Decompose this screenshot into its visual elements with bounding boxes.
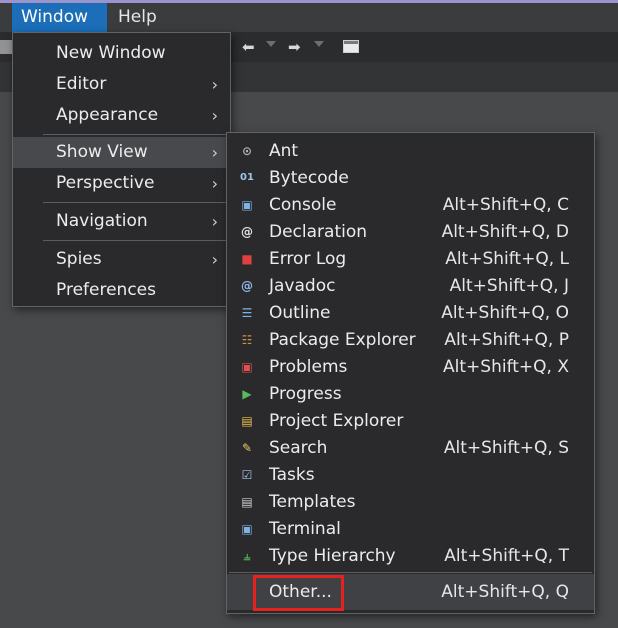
- templates-icon: ▤: [241, 495, 253, 509]
- view-item-label: Terminal: [269, 519, 341, 539]
- javadoc-icon: @: [241, 279, 253, 293]
- view-item-templates[interactable]: ▤ Templates: [227, 489, 594, 516]
- menu-item-label: Show View: [56, 142, 148, 162]
- menu-item-perspective[interactable]: Perspective ›: [13, 168, 230, 199]
- view-item-package-explorer[interactable]: ☷ Package Explorer Alt+Shift+Q, P: [227, 327, 594, 354]
- problems-icon: ▣: [241, 360, 253, 374]
- view-item-label: Declaration: [269, 222, 368, 242]
- menu-item-label: New Window: [56, 43, 166, 63]
- view-item-progress[interactable]: ▶ Progress: [227, 381, 594, 408]
- view-item-shortcut: Alt+Shift+Q, S: [443, 438, 569, 458]
- highlight-annotation-box: [253, 575, 344, 611]
- view-item-label: Javadoc: [269, 276, 336, 296]
- declaration-icon: @: [241, 225, 253, 239]
- chevron-right-icon: ›: [211, 174, 218, 193]
- view-item-shortcut: Alt+Shift+Q, J: [449, 276, 569, 296]
- progress-icon: ▶: [242, 387, 252, 401]
- menu-item-appearance[interactable]: Appearance ›: [13, 100, 230, 131]
- menu-item-label: Perspective: [56, 173, 155, 193]
- view-item-ant[interactable]: ⊙ Ant: [227, 138, 594, 165]
- view-item-search[interactable]: ✎ Search Alt+Shift+Q, S: [227, 435, 594, 462]
- view-item-error-log[interactable]: ■ Error Log Alt+Shift+Q, L: [227, 246, 594, 273]
- view-item-outline[interactable]: ☰ Outline Alt+Shift+Q, O: [227, 300, 594, 327]
- view-item-shortcut: Alt+Shift+Q, T: [444, 546, 569, 566]
- view-item-label: Bytecode: [269, 168, 349, 188]
- view-item-label: Tasks: [269, 465, 315, 485]
- open-perspective-icon[interactable]: [343, 40, 359, 53]
- tasks-icon: ☑: [241, 468, 253, 482]
- package-explorer-icon: ☷: [241, 333, 253, 347]
- back-arrow-icon[interactable]: ⬅: [242, 38, 255, 56]
- view-item-declaration[interactable]: @ Declaration Alt+Shift+Q, D: [227, 219, 594, 246]
- view-item-label: Search: [269, 438, 328, 458]
- forward-arrow-icon[interactable]: ➡: [288, 38, 301, 56]
- view-item-shortcut: Alt+Shift+Q, Q: [441, 582, 569, 602]
- menu-item-new-window[interactable]: New Window: [13, 38, 230, 69]
- menu-separator: [43, 240, 228, 241]
- chevron-right-icon: ›: [211, 106, 218, 125]
- view-item-label: Ant: [269, 141, 299, 161]
- view-item-label: Type Hierarchy: [269, 546, 396, 566]
- view-item-shortcut: Alt+Shift+Q, O: [441, 303, 569, 323]
- view-item-problems[interactable]: ▣ Problems Alt+Shift+Q, X: [227, 354, 594, 381]
- view-item-terminal[interactable]: ▣ Terminal: [227, 516, 594, 543]
- view-item-label: Project Explorer: [269, 411, 404, 431]
- window-menu: New Window Editor › Appearance › Show Vi…: [12, 32, 231, 307]
- view-item-bytecode[interactable]: 01 Bytecode: [227, 165, 594, 192]
- menu-item-label: Navigation: [56, 211, 148, 231]
- type-hierarchy-icon: ⫨: [243, 549, 251, 563]
- bytecode-icon: 01: [240, 172, 254, 183]
- menu-item-editor[interactable]: Editor ›: [13, 69, 230, 100]
- view-item-label: Problems: [269, 357, 348, 377]
- menu-separator: [43, 202, 228, 203]
- menu-help[interactable]: Help: [109, 3, 169, 32]
- view-item-shortcut: Alt+Shift+Q, D: [441, 222, 569, 242]
- error-log-icon: ■: [241, 252, 253, 266]
- menu-item-label: Appearance: [56, 105, 159, 125]
- view-item-console[interactable]: ▣ Console Alt+Shift+Q, C: [227, 192, 594, 219]
- back-dropdown-icon[interactable]: [266, 41, 276, 47]
- view-item-label: Outline: [269, 303, 331, 323]
- ant-icon: ⊙: [241, 144, 253, 158]
- view-item-shortcut: Alt+Shift+Q, X: [443, 357, 569, 377]
- outline-icon: ☰: [241, 306, 253, 320]
- menu-item-label: Preferences: [56, 280, 156, 300]
- toolbar-icon[interactable]: [0, 40, 12, 54]
- view-item-shortcut: Alt+Shift+Q, L: [445, 249, 569, 269]
- console-icon: ▣: [241, 198, 253, 212]
- menu-item-show-view[interactable]: Show View ›: [13, 137, 230, 168]
- view-item-tasks[interactable]: ☑ Tasks: [227, 462, 594, 489]
- view-item-label: Error Log: [269, 249, 347, 269]
- chevron-right-icon: ›: [211, 212, 218, 231]
- menu-window[interactable]: Window: [12, 3, 107, 32]
- view-item-label: Templates: [269, 492, 356, 512]
- terminal-icon: ▣: [241, 522, 253, 536]
- chevron-right-icon: ›: [211, 143, 218, 162]
- menu-item-preferences[interactable]: Preferences: [13, 275, 230, 306]
- view-item-type-hierarchy[interactable]: ⫨ Type Hierarchy Alt+Shift+Q, T: [227, 543, 594, 570]
- menu-separator: [43, 134, 228, 135]
- menu-item-spies[interactable]: Spies ›: [13, 244, 230, 275]
- chevron-right-icon: ›: [211, 250, 218, 269]
- show-view-submenu: ⊙ Ant 01 Bytecode ▣ Console Alt+Shift+Q,…: [226, 132, 595, 614]
- view-item-shortcut: Alt+Shift+Q, C: [442, 195, 569, 215]
- menu-item-label: Editor: [56, 74, 107, 94]
- view-item-project-explorer[interactable]: ▤ Project Explorer: [227, 408, 594, 435]
- view-item-javadoc[interactable]: @ Javadoc Alt+Shift+Q, J: [227, 273, 594, 300]
- menu-bar: Window Help: [0, 3, 618, 32]
- search-icon: ✎: [241, 441, 253, 455]
- menu-item-navigation[interactable]: Navigation ›: [13, 206, 230, 237]
- menu-item-label: Spies: [56, 249, 102, 269]
- project-explorer-icon: ▤: [241, 414, 253, 428]
- view-item-shortcut: Alt+Shift+Q, P: [444, 330, 569, 350]
- chevron-right-icon: ›: [211, 75, 218, 94]
- forward-dropdown-icon[interactable]: [314, 41, 324, 47]
- view-item-label: Progress: [269, 384, 342, 404]
- view-item-label: Package Explorer: [269, 330, 416, 350]
- menu-separator: [229, 572, 592, 573]
- view-item-label: Console: [269, 195, 337, 215]
